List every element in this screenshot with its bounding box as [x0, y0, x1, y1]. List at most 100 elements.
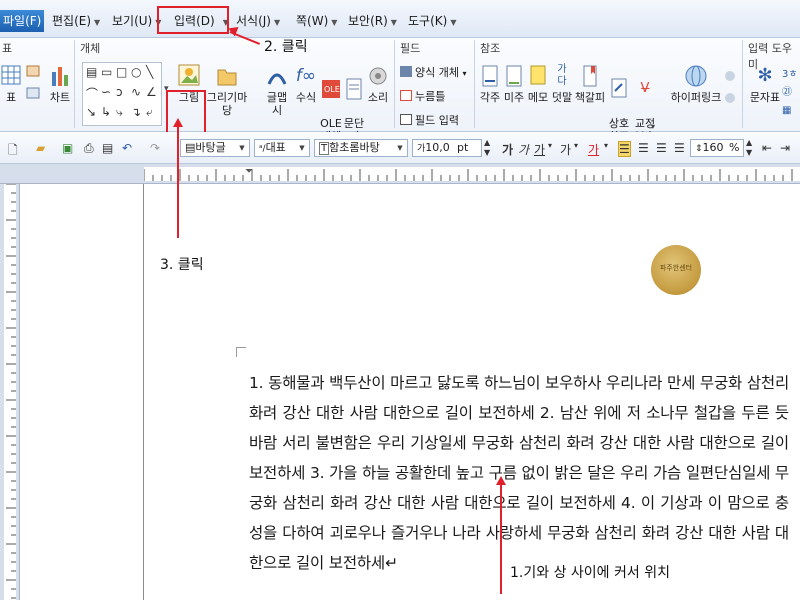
arc-icon[interactable]: ⌒: [86, 85, 98, 102]
input-helper-tools[interactable]: 3ㅎ㉑ ▦: [782, 66, 800, 120]
undo-icon[interactable]: ↶: [122, 141, 132, 155]
chevron-down-icon[interactable]: ▾: [651, 122, 655, 131]
menu-view[interactable]: 보기(U) ▼: [112, 12, 161, 29]
line-spacing-icon: ⇕: [695, 144, 703, 154]
text-area-corner-mark: [236, 347, 246, 357]
shape-gallery[interactable]: ▤ ▭ □ ○ ╲ ⌒ ∽ ↄ ∿ ∠ ↘ ↳ ⤷ ↴ ⤶: [82, 62, 162, 126]
menu-file[interactable]: 파일(F): [0, 10, 44, 32]
seal-stamp: 파주한센터: [651, 245, 701, 295]
italic-icon[interactable]: 가: [518, 141, 529, 158]
bookmark-button[interactable]: 책갈피: [574, 64, 606, 104]
asterisk-icon: ✻: [757, 65, 773, 86]
highlight-input-menu: [157, 6, 229, 34]
font-size-stepper[interactable]: ▲ ▼: [484, 138, 490, 158]
table-icon: [1, 65, 21, 85]
character-map-button[interactable]: ✻ 문자표: [748, 64, 782, 104]
indent-marker-icon[interactable]: ⏷: [245, 166, 253, 177]
ruler-text-area: [143, 167, 800, 181]
connector-icon[interactable]: ↘: [86, 105, 96, 119]
text-box-icon[interactable]: ▤: [86, 65, 97, 79]
press-field-button[interactable]: 누름틀: [400, 88, 445, 104]
clipart-button[interactable]: 글맵시: [262, 64, 292, 117]
underline-icon[interactable]: 가: [534, 141, 545, 158]
indent-increase-icon[interactable]: ⇥: [780, 141, 790, 155]
redo-icon[interactable]: ↷: [150, 141, 160, 155]
connector4-icon[interactable]: ↴: [131, 105, 141, 119]
bold-icon[interactable]: 가: [502, 141, 513, 158]
indent-decrease-icon[interactable]: ⇤: [762, 141, 772, 155]
menu-page[interactable]: 쪽(W) ▼: [296, 12, 337, 29]
zoom-input[interactable]: ⇕160 %: [690, 139, 744, 157]
font-color-icon[interactable]: 가: [588, 141, 599, 158]
connector2-icon[interactable]: ↳: [101, 105, 111, 119]
align-left-icon[interactable]: ☰: [638, 141, 649, 155]
scribble-icon[interactable]: ∿: [131, 85, 141, 99]
proofreading-icon: V̶: [640, 81, 650, 96]
menu-format[interactable]: 서식(J) ▼: [236, 12, 280, 29]
footnote-button[interactable]: 각주: [478, 64, 502, 104]
document-body-text[interactable]: 1. 동해물과 백두산이 마르고 닳도록 하느님이 보우하사 우리나라 만세 무…: [249, 368, 789, 578]
memo-button[interactable]: 메모: [526, 64, 550, 104]
link-tools-icon[interactable]: [722, 68, 738, 118]
press-field-icon: [400, 90, 412, 101]
menu-tools[interactable]: 도구(K) ▼: [408, 12, 456, 29]
save-icon[interactable]: ▣: [62, 141, 73, 155]
formula-icon: f∞: [295, 66, 317, 86]
table-button[interactable]: 표: [0, 64, 22, 104]
group-title-field: 필드: [400, 42, 421, 55]
ruby-text-button[interactable]: 가다 덧말: [550, 64, 574, 104]
sound-button[interactable]: 소리: [366, 64, 390, 104]
font-select[interactable]: T 함초롬바탕 ▼: [314, 139, 408, 157]
formula-button[interactable]: f∞ 수식: [292, 64, 320, 104]
rectangle-icon[interactable]: □: [116, 65, 127, 79]
print-icon[interactable]: ⎙: [84, 141, 94, 156]
freeform-icon[interactable]: ↄ: [116, 85, 123, 99]
ruler-ticks: [143, 169, 793, 181]
endnote-button[interactable]: 미주: [502, 64, 526, 104]
open-folder-icon[interactable]: ▰: [36, 141, 45, 155]
chevron-down-icon[interactable]: ▾: [574, 141, 578, 150]
zoom-stepper[interactable]: ▲ ▼: [746, 138, 752, 158]
vruler-text-area: [4, 183, 16, 600]
document-icon: [346, 78, 362, 100]
wordart-icon: [267, 73, 287, 85]
style-select[interactable]: ▤바탕글 ▼: [180, 139, 250, 157]
bar-chart-icon: [52, 67, 68, 86]
line-icon[interactable]: ▭: [101, 65, 112, 79]
field-input-button[interactable]: 필드 입력: [400, 112, 459, 128]
chevron-down-icon: ▾: [462, 69, 467, 78]
chevron-down-icon: ▼: [397, 144, 403, 152]
hyperlink-button[interactable]: 하이퍼링크: [670, 64, 722, 104]
ellipse-icon[interactable]: ○: [131, 65, 141, 79]
new-document-icon[interactable]: 🗋: [8, 141, 18, 162]
polyline-icon[interactable]: ∠: [146, 85, 157, 99]
page-left-margin: [20, 184, 144, 600]
menu-security[interactable]: 보안(R) ▼: [348, 12, 397, 29]
footnote-icon: [482, 65, 498, 87]
connector3-icon[interactable]: ⤷: [116, 105, 123, 120]
chevron-down-icon: ▼: [450, 18, 457, 27]
align-justify-icon[interactable]: ☰: [618, 141, 631, 157]
curve-icon[interactable]: ∽: [101, 85, 111, 99]
chevron-down-icon[interactable]: ▾: [604, 141, 608, 150]
font-size-input[interactable]: 가10,0 pt: [412, 139, 482, 157]
language-select[interactable]: ᵃ/대표 ▼: [254, 139, 310, 157]
menu-edit[interactable]: 편집(E) ▼: [52, 12, 100, 29]
annotation-step1: 1.기와 상 사이에 커서 위치: [510, 565, 670, 581]
horizontal-ruler[interactable]: ⏷: [0, 164, 800, 184]
chevron-down-icon[interactable]: ▾: [548, 141, 552, 150]
connector5-icon[interactable]: ⤶: [146, 105, 153, 120]
annotation-arrow-step3: [177, 124, 179, 238]
preview-icon[interactable]: ▤: [102, 141, 113, 155]
chart-button[interactable]: 차트: [46, 64, 74, 104]
form-object-button[interactable]: 양식 개체 ▾: [400, 64, 467, 80]
vertical-ruler[interactable]: [0, 183, 20, 600]
diagonal-line-icon[interactable]: ╲: [146, 65, 153, 79]
drawing-gallery-button[interactable]: 그리기마당: [204, 64, 250, 117]
table-edit-icon[interactable]: [26, 64, 40, 104]
align-right-icon[interactable]: ☰: [674, 141, 685, 155]
strikethrough-icon[interactable]: 가: [560, 141, 571, 158]
align-center-icon[interactable]: ☰: [656, 141, 667, 155]
annotation-step3: 3. 클릭: [160, 257, 204, 273]
chevron-down-icon: ▼: [331, 18, 338, 27]
